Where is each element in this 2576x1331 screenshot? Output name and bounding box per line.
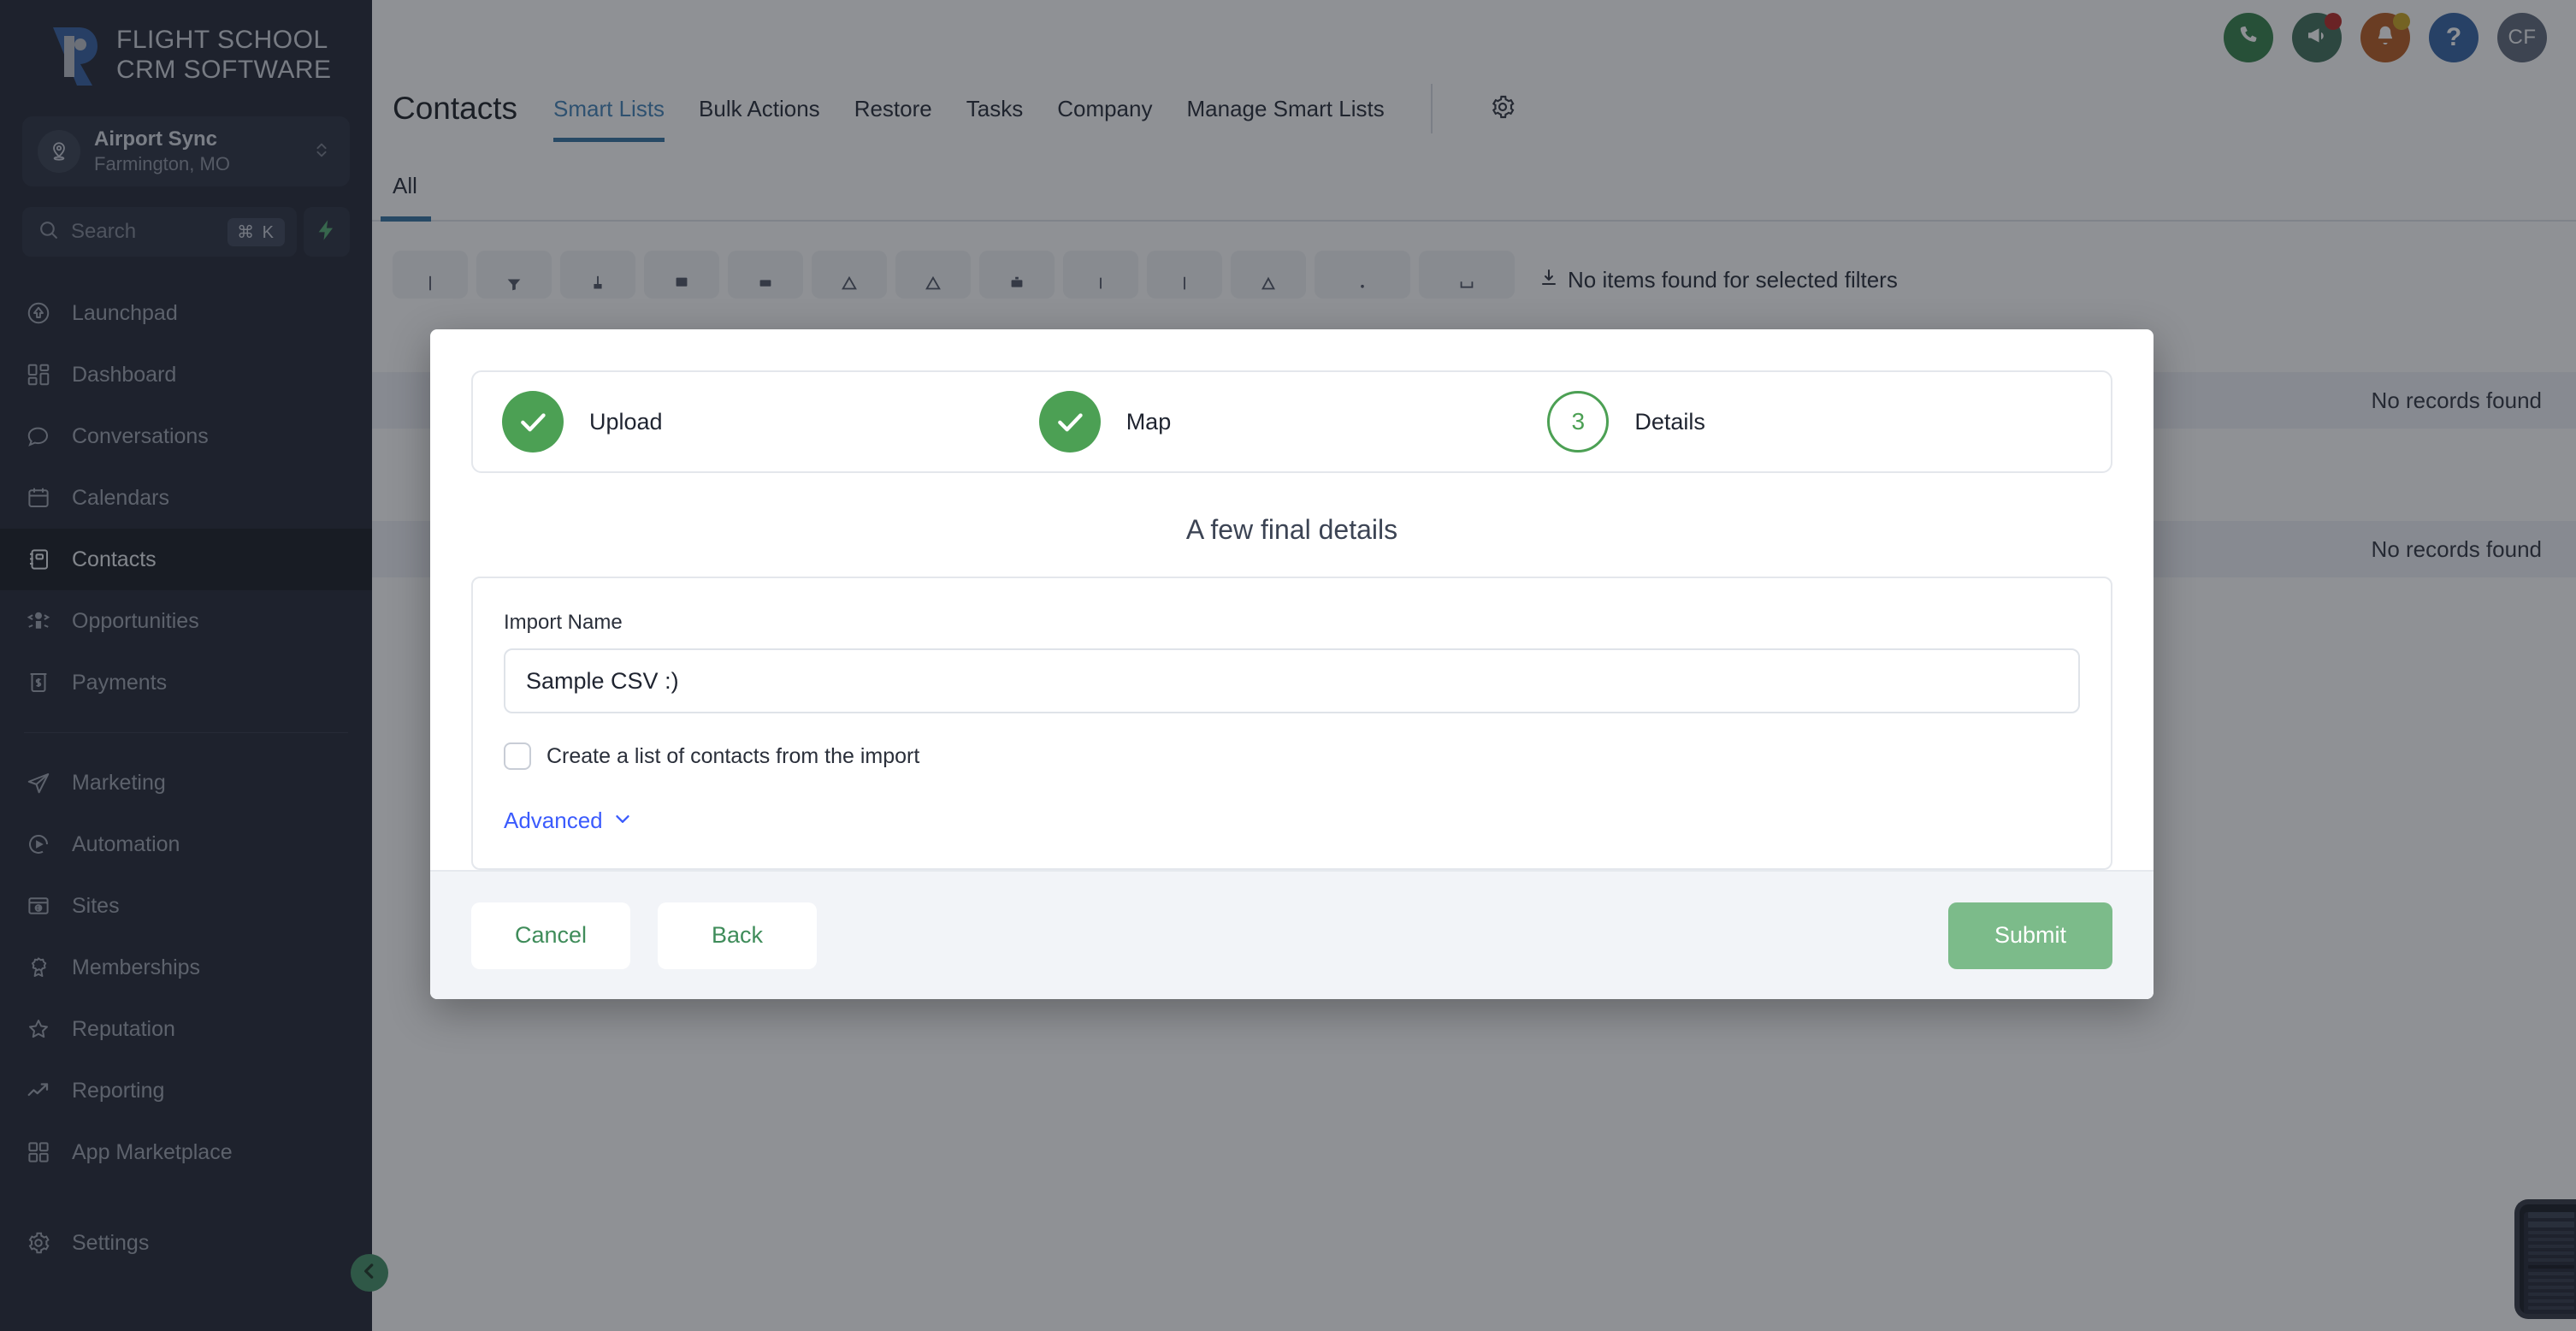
advanced-label: Advanced	[504, 807, 603, 833]
import-name-input[interactable]	[504, 648, 2080, 713]
step-label: Map	[1126, 408, 1172, 435]
check-icon	[1038, 391, 1101, 453]
create-list-checkbox-row[interactable]: Create a list of contacts from the impor…	[504, 742, 2080, 770]
chevron-down-icon	[612, 807, 634, 834]
step-number: 3	[1571, 408, 1586, 435]
step-upload[interactable]: Upload	[502, 391, 663, 453]
step-details[interactable]: 3 Details	[1547, 391, 1705, 453]
modal-body: Upload Map 3 Details A few final details…	[430, 329, 2154, 870]
import-name-label: Import Name	[504, 611, 623, 634]
advanced-toggle[interactable]: Advanced	[504, 807, 634, 834]
create-list-checkbox[interactable]	[504, 742, 531, 770]
modal-footer: Cancel Back Submit	[430, 870, 2154, 999]
back-button[interactable]: Back	[658, 902, 817, 969]
step-map[interactable]: Map	[1038, 391, 1172, 453]
step-number-badge: 3	[1547, 391, 1610, 453]
cancel-button[interactable]: Cancel	[471, 902, 630, 969]
create-list-label: Create a list of contacts from the impor…	[547, 743, 920, 768]
import-contacts-modal: Upload Map 3 Details A few final details…	[430, 329, 2154, 999]
modal-heading: A few final details	[1185, 514, 1398, 545]
details-form: Import Name Create a list of contacts fr…	[471, 577, 2112, 870]
step-label: Details	[1634, 408, 1705, 435]
submit-button[interactable]: Submit	[1948, 902, 2112, 969]
step-label: Upload	[589, 408, 663, 435]
import-stepper: Upload Map 3 Details	[471, 370, 2112, 473]
check-icon	[502, 391, 564, 453]
